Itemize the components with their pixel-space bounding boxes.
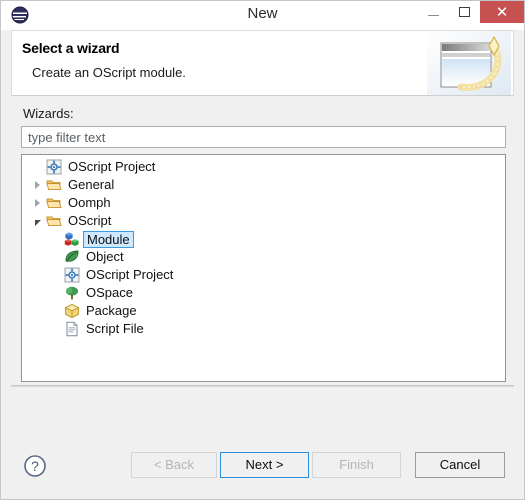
- wizard-body: Wizards: OScript ProjectGeneralOomphOScr…: [1, 96, 524, 443]
- filter-input[interactable]: [21, 126, 506, 148]
- footer-divider: [11, 385, 514, 387]
- tree-item[interactable]: Object: [22, 248, 505, 266]
- oscript-project-icon: [45, 158, 63, 176]
- new-wizard-dialog: New ✕ Select a wizard Create an OScript …: [0, 0, 525, 500]
- button-bar: ? < Back Next > Finish Cancel: [1, 443, 524, 499]
- tree-item-label: OScript Project: [86, 267, 174, 282]
- tree-item-label: OScript Project: [68, 159, 156, 174]
- back-button[interactable]: < Back: [131, 452, 217, 478]
- tree-item[interactable]: Package: [22, 302, 505, 320]
- svg-text:?: ?: [31, 458, 39, 474]
- tree-item-label: General: [68, 177, 115, 192]
- tree-item[interactable]: OScript Project: [22, 266, 505, 284]
- page-title: Select a wizard: [22, 40, 120, 56]
- chevron-right-icon[interactable]: [30, 194, 45, 212]
- tree-item[interactable]: General: [22, 176, 505, 194]
- oscript-project-icon: [63, 266, 81, 284]
- script-file-icon: [63, 320, 81, 338]
- folder-icon: [45, 176, 63, 194]
- minimize-button[interactable]: [418, 1, 449, 23]
- module-icon: [63, 230, 81, 248]
- tree-item-label: OSpace: [86, 285, 133, 300]
- tree-item[interactable]: OSpace: [22, 284, 505, 302]
- tree-item-label: Module: [83, 230, 134, 248]
- ospace-tree-icon: [63, 284, 81, 302]
- chevron-right-icon[interactable]: [30, 176, 45, 194]
- tree-item[interactable]: Module: [22, 230, 505, 248]
- window-controls: ✕: [418, 1, 524, 23]
- close-button[interactable]: ✕: [480, 1, 524, 23]
- close-icon: ✕: [495, 3, 509, 21]
- tree-item-label: Object: [86, 249, 124, 264]
- finish-button[interactable]: Finish: [312, 452, 401, 478]
- page-description: Create an OScript module.: [32, 65, 186, 80]
- minimize-icon: [428, 14, 439, 16]
- package-box-icon: [63, 302, 81, 320]
- help-icon[interactable]: ?: [23, 454, 47, 478]
- maximize-icon: [459, 7, 470, 17]
- maximize-button[interactable]: [449, 1, 480, 23]
- cancel-button[interactable]: Cancel: [415, 452, 505, 478]
- folder-icon: [45, 194, 63, 212]
- object-leaf-icon: [63, 248, 81, 266]
- tree-item-label: Package: [86, 303, 137, 318]
- folder-icon: [45, 212, 63, 230]
- wizard-header: Select a wizard Create an OScript module…: [11, 30, 514, 96]
- next-button[interactable]: Next >: [220, 452, 309, 478]
- tree-item[interactable]: OScript Project: [22, 158, 505, 176]
- wizard-tree[interactable]: OScript Project General Oomph OScript Module…: [21, 154, 506, 382]
- wizard-banner-icon: [427, 31, 511, 95]
- chevron-down-icon[interactable]: [30, 212, 45, 230]
- tree-item[interactable]: OScript: [22, 212, 505, 230]
- tree-item[interactable]: Oomph: [22, 194, 505, 212]
- tree-item[interactable]: Script File: [22, 320, 505, 338]
- title-bar: New ✕: [1, 1, 524, 30]
- tree-item-label: OScript: [68, 213, 112, 228]
- tree-item-label: Oomph: [68, 195, 111, 210]
- tree-item-label: Script File: [86, 321, 144, 336]
- wizards-label: Wizards:: [23, 106, 74, 121]
